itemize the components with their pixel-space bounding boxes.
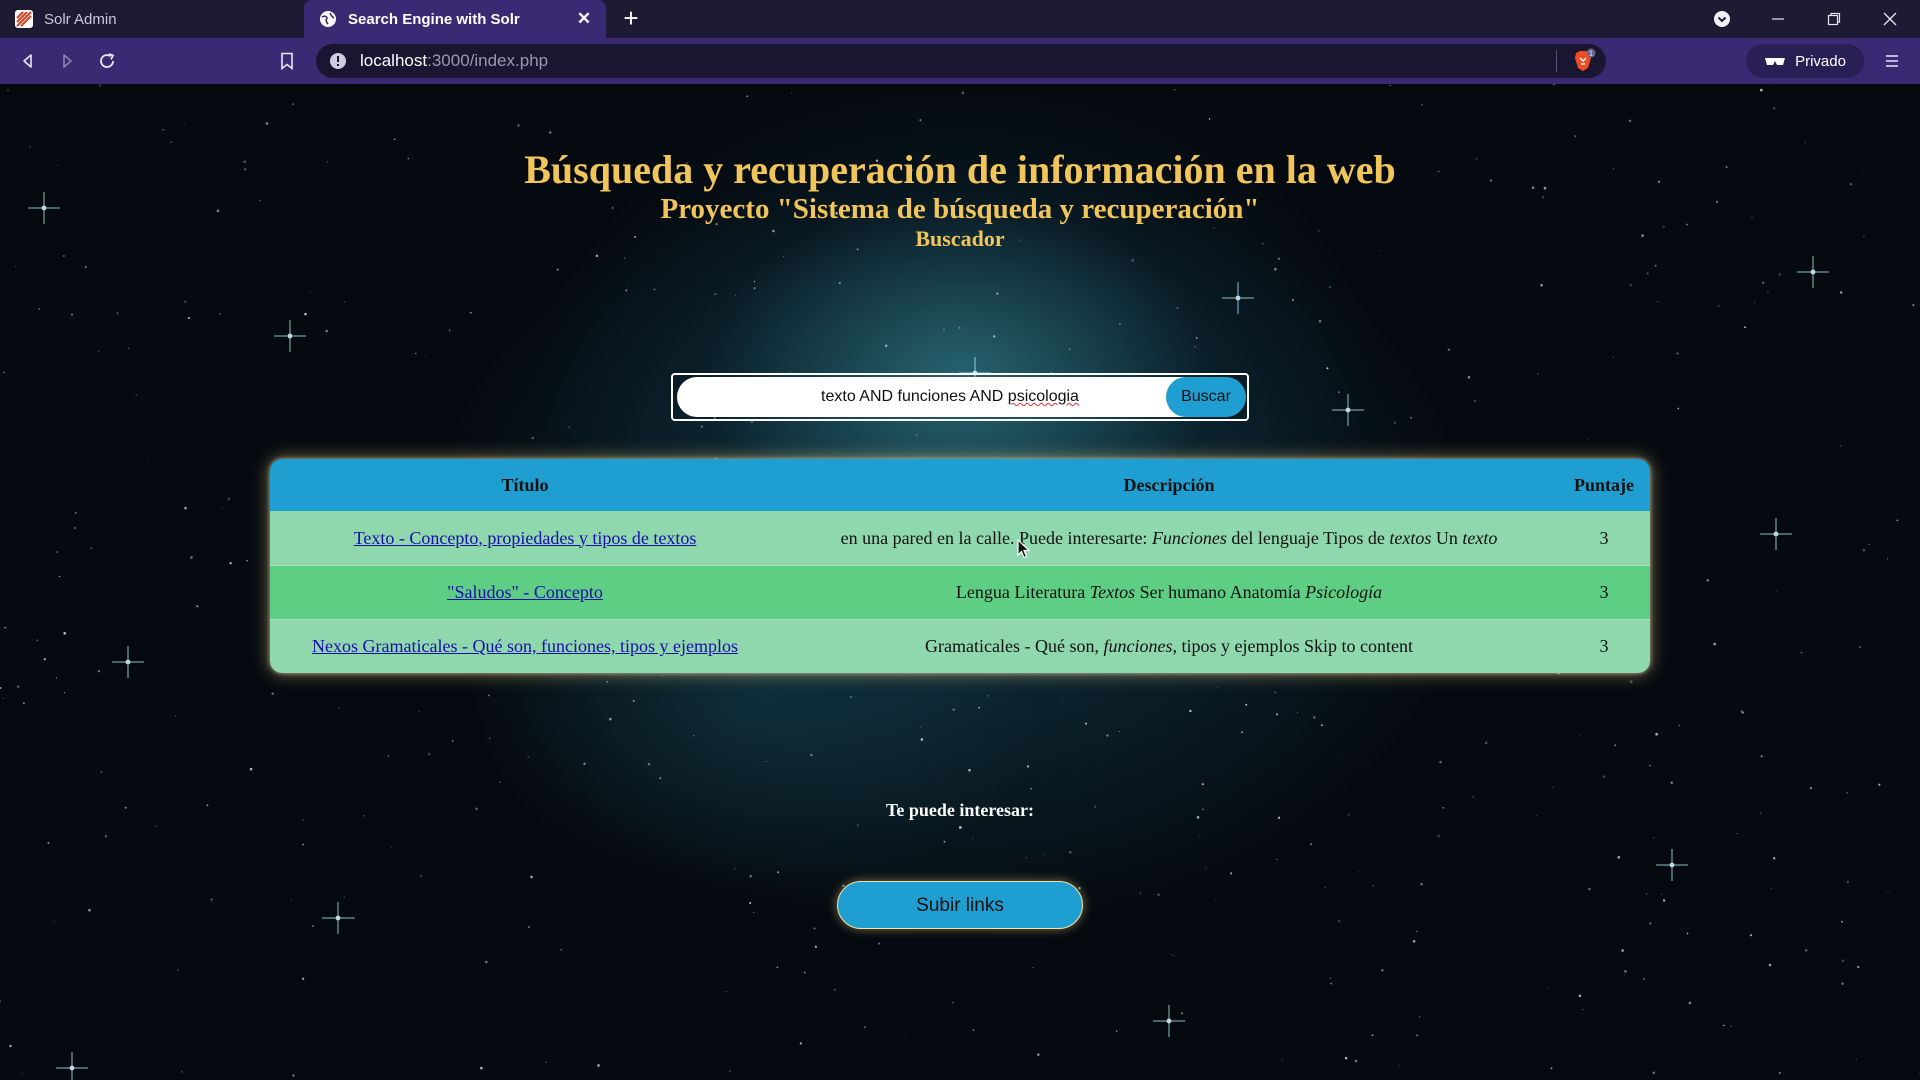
- info-icon[interactable]: [328, 51, 348, 71]
- header-title: Título: [501, 474, 549, 495]
- tab-title: Solr Admin: [44, 10, 117, 28]
- project-subtitle: Proyecto "Sistema de búsqueda y recupera…: [660, 193, 1260, 225]
- upload-links-button[interactable]: Subir links: [837, 881, 1083, 929]
- highlighted-term: texto: [1462, 527, 1498, 548]
- bookmark-icon: [281, 52, 293, 70]
- result-score: 3: [1599, 527, 1609, 548]
- shield-badge-count: 1: [1589, 51, 1593, 58]
- mouse-cursor-icon: [1017, 539, 1031, 559]
- minimize-icon: [1772, 18, 1784, 20]
- forward-button[interactable]: [53, 47, 81, 75]
- table-row: Texto - Concepto, propiedades y tipos de…: [270, 511, 1650, 565]
- chevron-down-icon: [1714, 11, 1730, 27]
- section-title: Buscador: [915, 226, 1005, 251]
- close-tab-icon[interactable]: ✕: [574, 9, 594, 29]
- results-header-row: Título Descripción Puntaje: [270, 459, 1650, 511]
- description-text: en una pared en la calle. Puede interesa…: [840, 527, 1152, 548]
- header-score: Puntaje: [1574, 474, 1634, 495]
- result-description: en una pared en la calle. Puede interesa…: [780, 528, 1558, 549]
- highlighted-term: Funciones: [1151, 527, 1227, 548]
- description-text: , tipos y ejemplos Skip to content: [1172, 636, 1413, 656]
- result-score: 3: [1599, 582, 1609, 602]
- tab-search-button[interactable]: [1694, 0, 1750, 38]
- new-tab-button[interactable]: +: [617, 5, 645, 33]
- search-input[interactable]: texto AND funciones AND psicologia: [677, 377, 1223, 417]
- url-text: localhost:3000/index.php: [360, 51, 548, 71]
- tab-search-engine[interactable]: Search Engine with Solr ✕: [304, 0, 606, 38]
- hamburger-menu-icon: [1886, 55, 1898, 67]
- result-title-link[interactable]: Nexos Gramaticales - Qué son, funciones,…: [312, 636, 738, 656]
- page-header: Búsqueda y recuperación de información e…: [0, 148, 1920, 252]
- brave-shields-button[interactable]: 1: [1570, 48, 1596, 74]
- highlighted-term: funciones: [1103, 636, 1173, 656]
- brave-lion-icon: 1: [1575, 48, 1596, 71]
- page-title: Búsqueda y recuperación de información e…: [524, 147, 1396, 192]
- description-text: Ser humano Anatomía: [1135, 582, 1306, 602]
- result-title-cell: Texto - Concepto, propiedades y tipos de…: [270, 528, 780, 549]
- result-title-link[interactable]: "Saludos" - Concepto: [447, 582, 603, 602]
- result-title-cell: "Saludos" - Concepto: [270, 582, 780, 603]
- recommendations-label: Te puede interesar:: [886, 800, 1034, 820]
- description-text: del lenguaje Tipos de: [1226, 527, 1390, 548]
- search-form: texto AND funciones AND psicologia Busca…: [671, 373, 1249, 421]
- table-row: Nexos Gramaticales - Qué son, funciones,…: [270, 619, 1650, 673]
- browser-toolbar: localhost:3000/index.php 1 Privado: [0, 38, 1920, 84]
- minimize-button[interactable]: [1750, 0, 1806, 38]
- url-divider: [1556, 50, 1557, 72]
- address-bar[interactable]: localhost:3000/index.php 1: [316, 44, 1606, 78]
- reload-icon: [100, 53, 115, 68]
- back-arrow-icon: [23, 54, 32, 68]
- description-text: Gramaticales - Qué son,: [925, 636, 1104, 656]
- highlighted-term: Psicología: [1305, 582, 1383, 602]
- bookmark-button[interactable]: [273, 47, 301, 75]
- highlighted-term: textos: [1389, 527, 1432, 548]
- description-text: Un: [1431, 527, 1463, 548]
- url-path: :3000/index.php: [427, 51, 549, 70]
- page-viewport: Búsqueda y recuperación de información e…: [0, 84, 1920, 1080]
- close-window-button[interactable]: [1862, 0, 1918, 38]
- forward-arrow-icon: [63, 54, 72, 68]
- header-description: Descripción: [1123, 474, 1215, 495]
- private-window-indicator[interactable]: Privado: [1746, 44, 1864, 78]
- table-row: "Saludos" - Concepto Lengua Literatura T…: [270, 565, 1650, 619]
- url-host: localhost: [360, 51, 428, 70]
- result-description: Gramaticales - Qué son, funciones, tipos…: [780, 636, 1558, 657]
- browser-menu-button[interactable]: [1878, 47, 1906, 75]
- restore-icon: [1827, 12, 1841, 26]
- private-glasses-icon: [1765, 58, 1786, 65]
- search-query-misspelled-word: psicologia: [1007, 388, 1079, 405]
- results-table: Título Descripción Puntaje Texto - Conce…: [270, 459, 1650, 673]
- result-score: 3: [1599, 636, 1609, 656]
- result-title-cell: Nexos Gramaticales - Qué son, funciones,…: [270, 636, 780, 657]
- result-description: Lengua Literatura Textos Ser humano Anat…: [780, 582, 1558, 603]
- restore-button[interactable]: [1806, 0, 1862, 38]
- back-button[interactable]: [14, 47, 42, 75]
- highlighted-term: Textos: [1089, 582, 1136, 602]
- solr-logo-icon: [15, 10, 33, 28]
- search-button[interactable]: Buscar: [1166, 377, 1246, 417]
- tab-solr-admin[interactable]: Solr Admin: [0, 0, 304, 38]
- tab-title: Search Engine with Solr: [348, 10, 520, 28]
- browser-tab-bar: Solr Admin Search Engine with Solr ✕ +: [0, 0, 1920, 38]
- globe-icon: [320, 11, 336, 27]
- reload-button[interactable]: [93, 47, 121, 75]
- result-title-link[interactable]: Texto - Concepto, propiedades y tipos de…: [354, 528, 697, 548]
- search-query-text: texto AND funciones AND: [821, 388, 1008, 405]
- search-query: texto AND funciones AND psicologia: [677, 377, 1223, 417]
- description-text: Lengua Literatura: [955, 582, 1090, 602]
- private-label: Privado: [1795, 52, 1846, 70]
- close-icon: [1883, 12, 1897, 26]
